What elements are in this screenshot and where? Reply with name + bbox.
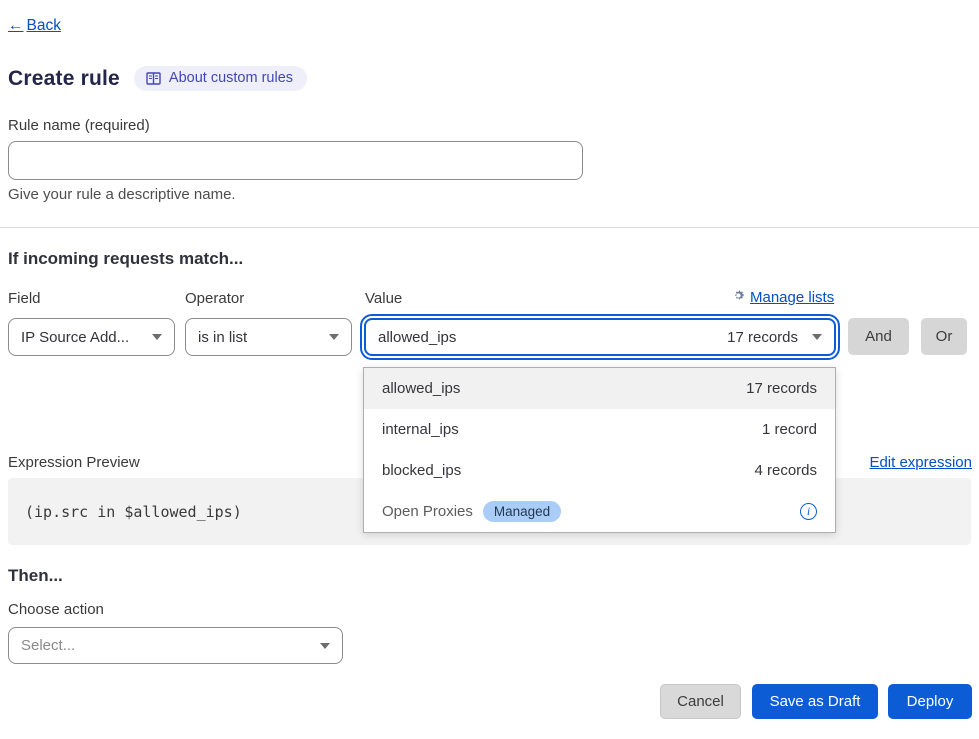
action-select[interactable]: Select...: [8, 627, 343, 664]
page-title: Create rule: [8, 67, 120, 91]
list-option-internal-ips[interactable]: internal_ips 1 record: [364, 409, 835, 450]
and-button[interactable]: And: [848, 318, 909, 355]
rule-name-label: Rule name (required): [8, 117, 150, 134]
rule-name-input[interactable]: [8, 141, 583, 180]
chevron-down-icon: [320, 643, 330, 649]
list-option-records: 17 records: [746, 380, 817, 397]
value-select-value: allowed_ips: [378, 329, 456, 346]
back-label: Back: [27, 17, 61, 35]
choose-action-label: Choose action: [8, 601, 104, 618]
then-heading: Then...: [8, 566, 63, 586]
title-row: Create rule About custom rules: [8, 66, 307, 91]
list-option-name: allowed_ips: [382, 380, 460, 397]
match-section-heading: If incoming requests match...: [8, 249, 243, 269]
info-icon[interactable]: i: [800, 503, 817, 520]
back-link[interactable]: ←Back: [8, 17, 61, 35]
field-label: Field: [8, 290, 41, 307]
manage-lists-label: Manage lists: [750, 289, 834, 306]
or-button[interactable]: Or: [921, 318, 967, 355]
value-select[interactable]: allowed_ips 17 records: [364, 318, 836, 356]
list-option-open-proxies[interactable]: Open Proxies Managed i: [364, 491, 835, 532]
field-select[interactable]: IP Source Add...: [8, 318, 175, 356]
deploy-button[interactable]: Deploy: [888, 684, 972, 719]
operator-select[interactable]: is in list: [185, 318, 352, 356]
back-arrow-icon: ←: [8, 17, 24, 35]
chevron-down-icon: [152, 334, 162, 340]
about-badge-label: About custom rules: [169, 70, 293, 86]
operator-label: Operator: [185, 290, 244, 307]
expression-preview-label: Expression Preview: [8, 454, 140, 471]
list-option-records: 1 record: [762, 421, 817, 438]
list-option-records: 4 records: [754, 462, 817, 479]
chevron-down-icon: [329, 334, 339, 340]
section-divider: [0, 227, 979, 228]
chevron-down-icon: [812, 334, 822, 340]
list-option-name: blocked_ips: [382, 462, 461, 479]
gear-icon: [732, 289, 745, 306]
value-dropdown-panel: allowed_ips 17 records internal_ips 1 re…: [363, 367, 836, 533]
operator-select-value: is in list: [198, 329, 247, 346]
managed-badge: Managed: [483, 501, 561, 522]
action-select-placeholder: Select...: [21, 637, 75, 654]
manage-lists-link[interactable]: Manage lists: [732, 289, 838, 306]
list-option-name: internal_ips: [382, 421, 459, 438]
book-icon: [146, 72, 161, 85]
value-select-record-count: 17 records: [727, 329, 798, 346]
list-option-allowed-ips[interactable]: allowed_ips 17 records: [364, 368, 835, 409]
field-select-value: IP Source Add...: [21, 329, 129, 346]
about-custom-rules-link[interactable]: About custom rules: [134, 66, 307, 91]
save-as-draft-button[interactable]: Save as Draft: [752, 684, 878, 719]
expression-code: (ip.src in $allowed_ips): [25, 503, 242, 521]
cancel-button[interactable]: Cancel: [660, 684, 741, 719]
list-option-name: Open Proxies: [382, 503, 473, 520]
list-option-blocked-ips[interactable]: blocked_ips 4 records: [364, 450, 835, 491]
edit-expression-link[interactable]: Edit expression: [869, 454, 972, 471]
rule-name-helper: Give your rule a descriptive name.: [8, 186, 236, 203]
value-label: Value: [365, 290, 402, 307]
